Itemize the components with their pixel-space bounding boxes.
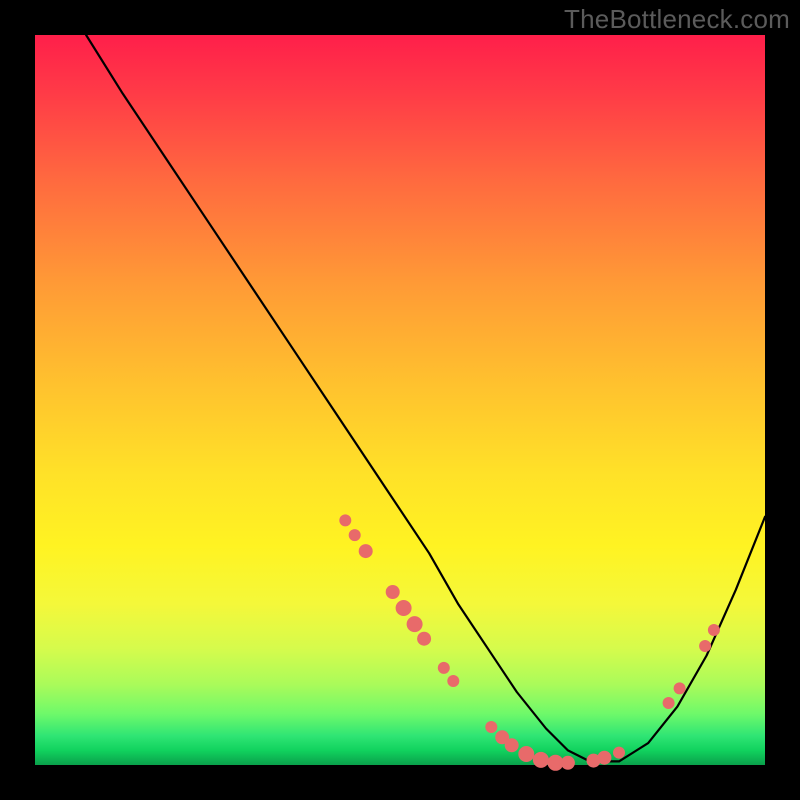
curve-marker (663, 697, 675, 709)
plot-area (35, 35, 765, 765)
curve-marker (597, 751, 611, 765)
chart-svg (35, 35, 765, 765)
curve-marker (708, 624, 720, 636)
curve-marker (613, 747, 625, 759)
curve-marker (359, 544, 373, 558)
curve-marker (396, 600, 412, 616)
curve-marker (518, 746, 534, 762)
curve-marker (533, 752, 549, 768)
curve-marker (674, 682, 686, 694)
watermark-text: TheBottleneck.com (564, 4, 790, 35)
curve-marker (699, 640, 711, 652)
curve-marker (349, 529, 361, 541)
chart-frame: TheBottleneck.com (0, 0, 800, 800)
bottleneck-curve (86, 35, 765, 761)
marker-group (339, 514, 720, 770)
curve-marker (561, 756, 575, 770)
curve-marker (407, 616, 423, 632)
curve-marker (438, 662, 450, 674)
curve-marker (447, 675, 459, 687)
curve-marker (505, 738, 519, 752)
curve-marker (339, 514, 351, 526)
curve-marker (485, 721, 497, 733)
curve-marker (417, 632, 431, 646)
curve-marker (386, 585, 400, 599)
